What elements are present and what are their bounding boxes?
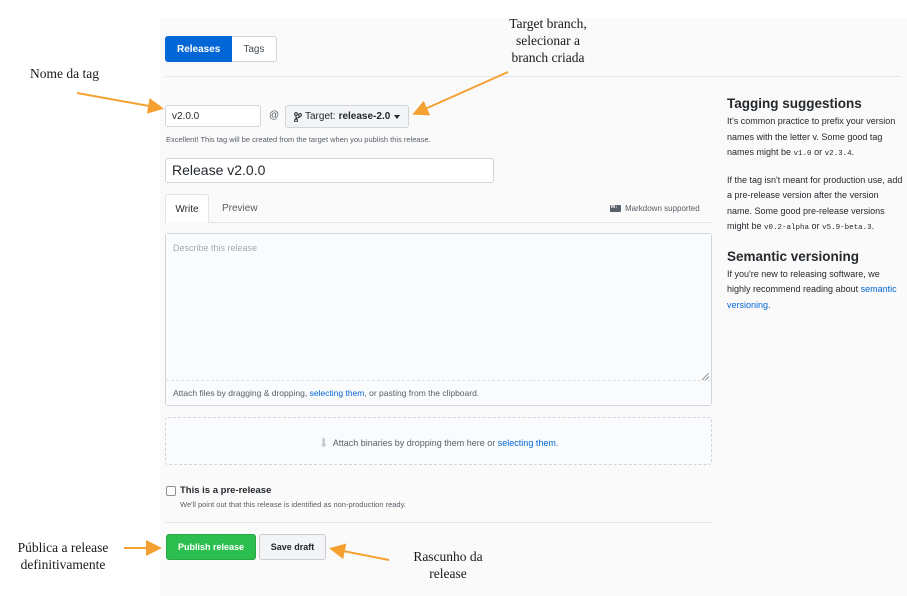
p1-ex2: v2.3.4 (824, 150, 852, 158)
binaries-text-a: Attach binaries by dropping them here or (332, 438, 498, 448)
attach-files-link[interactable]: selecting them (310, 388, 365, 398)
annotation-draft-line-1: Rascunho da (413, 549, 483, 564)
git-branch-icon (294, 111, 302, 122)
markdown-supported[interactable]: Markdown supported (610, 204, 700, 213)
tagging-heading: Tagging suggestions (727, 96, 862, 111)
publish-release-button[interactable]: Publish release (166, 534, 256, 560)
p2-or: or (809, 221, 823, 231)
semver-paragraph: If you're new to releasing software, we … (727, 267, 905, 314)
resize-handle-icon[interactable] (702, 373, 709, 380)
save-draft-button[interactable]: Save draft (259, 534, 326, 560)
target-prefix: Target: (305, 111, 336, 122)
binaries-dropzone[interactable]: ⬇ Attach binaries by dropping them here o… (165, 417, 712, 465)
attach-files-text: Attach files by dragging & dropping, sel… (173, 388, 479, 398)
attach-text-a: Attach files by dragging & dropping, (173, 388, 310, 398)
p2-ex1: v0.2-alpha (764, 224, 810, 232)
releases-tabnav: Releases Tags (165, 36, 277, 62)
annotation-draft-line-2: release (429, 566, 467, 581)
divider-bottom (165, 522, 712, 523)
editor-tab-divider (165, 222, 712, 223)
tagging-suggestions: Tagging suggestions It's common practice… (727, 96, 905, 313)
target-branch-name: release-2.0 (338, 111, 391, 122)
markdown-label: Markdown supported (625, 204, 700, 213)
tag-name-input[interactable]: v2.0.0 (165, 105, 261, 127)
p3-a: If you're new to releasing software, we … (727, 268, 880, 295)
binaries-text: ⬇ Attach binaries by dropping them here o… (166, 436, 711, 450)
tag-hint: Excellent! This tag will be created from… (166, 135, 431, 144)
p1-ex1: v1.0 (793, 150, 812, 158)
markdown-icon (610, 204, 621, 212)
prerelease-checkbox[interactable] (166, 486, 176, 496)
tab-preview[interactable]: Preview (222, 203, 258, 214)
description-placeholder: Describe this release (173, 243, 258, 253)
annotation-target-line-2: selecionar a (515, 33, 581, 48)
tagging-paragraph-2: If the tag isn't meant for production us… (727, 173, 905, 237)
annotation-publish: Pública a release definitivamente (2, 539, 124, 573)
target-branch-select[interactable]: Target: release-2.0 (285, 105, 409, 128)
tagging-paragraph-1: It's common practice to prefix your vers… (727, 114, 905, 163)
p2-ex2: v5.9-beta.3 (822, 224, 872, 232)
binaries-select-link[interactable]: selecting them (498, 438, 556, 448)
prerelease-note: We'll point out that this release is ide… (180, 500, 406, 509)
binaries-text-b: . (555, 438, 559, 448)
semver-heading: Semantic versioning (727, 248, 860, 264)
tab-releases[interactable]: Releases (165, 36, 233, 62)
tab-write[interactable]: Write (165, 194, 209, 223)
attach-files-bar: Attach files by dragging & dropping, sel… (166, 380, 711, 405)
p2-end: . (871, 221, 875, 231)
release-description: Describe this release Attach files by dr… (165, 233, 712, 406)
at-symbol: @ (269, 110, 280, 121)
annotation-publish-line-2: definitivamente (20, 557, 106, 572)
arrow-tag-name (76, 92, 164, 114)
annotation-target-branch: Target branch, selecionar a branch criad… (478, 15, 618, 66)
description-textarea[interactable]: Describe this release (166, 234, 711, 382)
p3-end: . (768, 299, 771, 310)
annotation-target-line-3: branch criada (511, 50, 585, 65)
p1-or: or (811, 147, 825, 157)
annotation-tag-name: Nome da tag (30, 66, 99, 81)
annotation-publish-line-1: Pública a release (17, 540, 109, 555)
chevron-down-icon (394, 114, 401, 119)
divider (165, 76, 900, 77)
release-title-input[interactable]: Release v2.0.0 (165, 158, 494, 183)
upload-arrow-icon: ⬇ (318, 436, 329, 450)
p1-end: . (851, 147, 855, 157)
annotation-draft: Rascunho da release (395, 548, 501, 582)
attach-text-b: , or pasting from the clipboard. (364, 388, 480, 398)
tab-tags[interactable]: Tags (232, 36, 277, 62)
annotation-target-line-1: Target branch, (509, 16, 587, 31)
prerelease-label[interactable]: This is a pre-release (180, 485, 271, 496)
